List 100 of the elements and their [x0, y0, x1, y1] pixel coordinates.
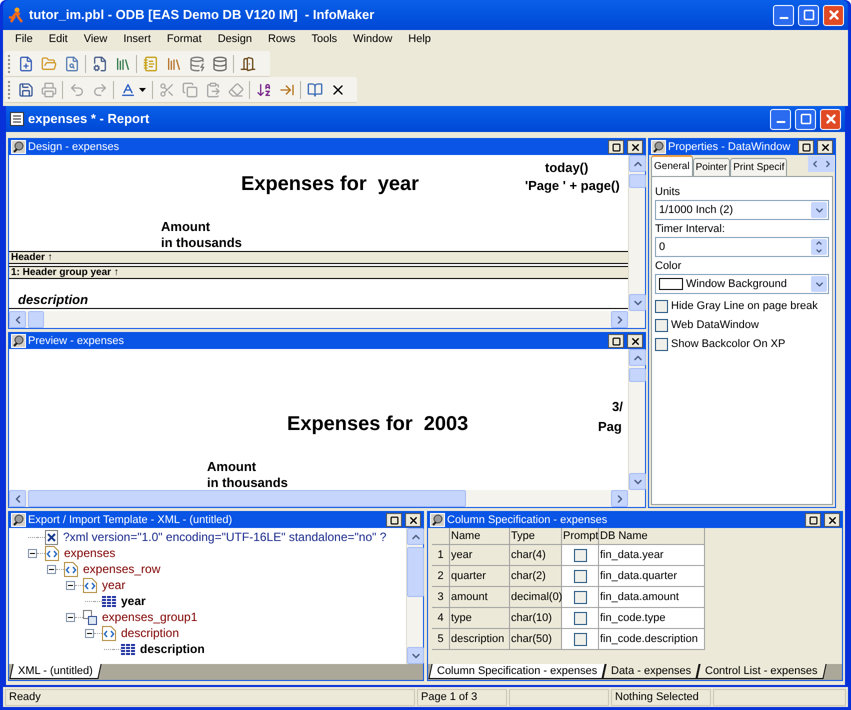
menu-item[interactable]: Help	[400, 34, 439, 45]
column-header[interactable]: DB Name	[599, 528, 705, 545]
row-number: 3	[432, 587, 450, 608]
scroll-thumb[interactable]	[629, 174, 646, 188]
close-button[interactable]	[817, 140, 833, 154]
column-header[interactable]: Name	[450, 528, 510, 545]
properties-tab[interactable]: Pointer	[692, 158, 730, 176]
column-header[interactable]: Type	[510, 528, 562, 545]
vertical-scrollbar[interactable]	[628, 349, 645, 490]
tree-item-label[interactable]: year	[102, 579, 126, 591]
sheet-tab[interactable]: Column Specification - expenses	[428, 664, 606, 679]
table-cell[interactable]: fin_data.quarter	[599, 566, 705, 587]
sheet-tab[interactable]: XML - (untitled)	[9, 664, 102, 679]
table-cell[interactable]: fin_data.amount	[599, 587, 705, 608]
maximize-icon	[802, 142, 810, 152]
pane-title: Properties - DataWindow	[668, 142, 792, 152]
minimize-button[interactable]	[770, 108, 791, 130]
scroll-right-button[interactable]	[611, 490, 628, 507]
dropdown-caret-icon[interactable]	[139, 88, 146, 92]
tree-item-label[interactable]: expenses_group1	[102, 611, 198, 623]
column-heading: in thousands	[161, 235, 242, 251]
menu-item[interactable]: File	[7, 34, 41, 45]
tree-item-label[interactable]: description	[140, 643, 205, 655]
maximize-button[interactable]	[608, 140, 624, 154]
menu-item[interactable]: Insert	[115, 34, 159, 45]
horizontal-scrollbar[interactable]	[9, 490, 645, 507]
menu-item[interactable]: Format	[158, 34, 210, 45]
scroll-up-button[interactable]	[407, 528, 424, 545]
tree-item-label[interactable]: year	[121, 595, 146, 607]
dropdown-arrow-button[interactable]	[811, 202, 827, 218]
table-cell: amount	[450, 587, 510, 608]
spinner-button[interactable]	[811, 239, 827, 255]
sheet-tab[interactable]: Data - expenses	[602, 664, 700, 679]
tree-item-label[interactable]: description	[121, 627, 180, 639]
menu-item[interactable]: Window	[345, 34, 400, 45]
scroll-left-button[interactable]	[9, 311, 26, 328]
dropdown-field[interactable]: Window Background	[655, 274, 829, 294]
row-number: 2	[432, 566, 450, 587]
scroll-down-button[interactable]	[629, 473, 646, 490]
number-spinner[interactable]: 0	[655, 237, 829, 257]
maximize-button[interactable]	[608, 334, 624, 348]
scroll-up-button[interactable]	[629, 349, 646, 366]
table-cell[interactable]: fin_code.type	[599, 608, 705, 629]
dropdown-arrow-button[interactable]	[811, 276, 827, 292]
status-message: Ready	[5, 688, 415, 706]
checkbox[interactable]	[574, 590, 586, 604]
properties-tab[interactable]: Print Specif	[730, 158, 788, 176]
scroll-thumb[interactable]	[407, 547, 424, 597]
scroll-right-button[interactable]	[611, 311, 628, 328]
dropdown-field[interactable]: 1/1000 Inch (2)	[655, 200, 829, 220]
maximize-button[interactable]	[805, 513, 821, 527]
vertical-scrollbar[interactable]	[406, 528, 423, 664]
date-field: 3/	[612, 397, 623, 416]
close-button[interactable]	[824, 513, 840, 527]
checkbox[interactable]	[574, 632, 586, 646]
checkbox[interactable]	[655, 338, 668, 351]
table-cell: year	[450, 545, 510, 566]
tree-item-label[interactable]: ?xml version="1.0" encoding="UTF-16LE" standalone="no" ?	[63, 531, 386, 543]
vertical-scrollbar[interactable]	[628, 155, 645, 311]
properties-tab[interactable]: General	[651, 155, 693, 176]
menu-item[interactable]: Edit	[40, 34, 76, 45]
collapse-toggle[interactable]	[66, 612, 75, 622]
menu-item[interactable]: View	[76, 34, 116, 45]
scroll-up-button[interactable]	[629, 155, 646, 172]
table-cell: description	[450, 629, 510, 650]
checkbox[interactable]	[574, 570, 586, 582]
scroll-thumb[interactable]	[28, 311, 44, 328]
sheet-tab[interactable]: Control List - expenses	[696, 664, 826, 679]
checkbox[interactable]	[574, 612, 586, 624]
collapse-toggle[interactable]	[28, 548, 37, 558]
row-number: 1	[432, 545, 450, 566]
collapse-toggle[interactable]	[66, 580, 75, 590]
close-button[interactable]	[627, 140, 643, 154]
maximize-icon	[808, 516, 818, 524]
minimize-button[interactable]	[773, 4, 794, 26]
checkbox[interactable]	[574, 548, 586, 562]
scroll-thumb[interactable]	[28, 490, 466, 507]
close-button[interactable]	[627, 334, 643, 348]
checkbox[interactable]	[655, 319, 668, 332]
scroll-down-button[interactable]	[407, 647, 424, 664]
close-button[interactable]	[405, 513, 421, 527]
menu-item[interactable]: Design	[210, 34, 260, 45]
menu-item[interactable]: Rows	[260, 34, 304, 45]
column-header[interactable]: Prompt	[562, 528, 599, 545]
menu-item[interactable]: Tools	[303, 34, 346, 45]
horizontal-scrollbar[interactable]	[9, 311, 645, 328]
checkbox[interactable]	[655, 300, 668, 313]
tree-item-label[interactable]: expenses_row	[83, 563, 160, 575]
pane-icon	[651, 140, 666, 154]
maximize-button[interactable]	[798, 140, 814, 154]
table-cell[interactable]: fin_data.year	[599, 545, 705, 566]
maximize-button[interactable]	[386, 513, 402, 527]
tree-item-label[interactable]: expenses	[64, 547, 116, 559]
scroll-down-button[interactable]	[629, 294, 646, 311]
pane-title: Export / Import Template - XML - (untitled)	[28, 514, 234, 526]
scroll-thumb[interactable]	[629, 368, 646, 382]
collapse-toggle[interactable]	[85, 628, 94, 638]
scroll-left-button[interactable]	[9, 490, 26, 507]
table-cell[interactable]: fin_code.description	[599, 629, 705, 650]
collapse-toggle[interactable]	[47, 564, 56, 574]
